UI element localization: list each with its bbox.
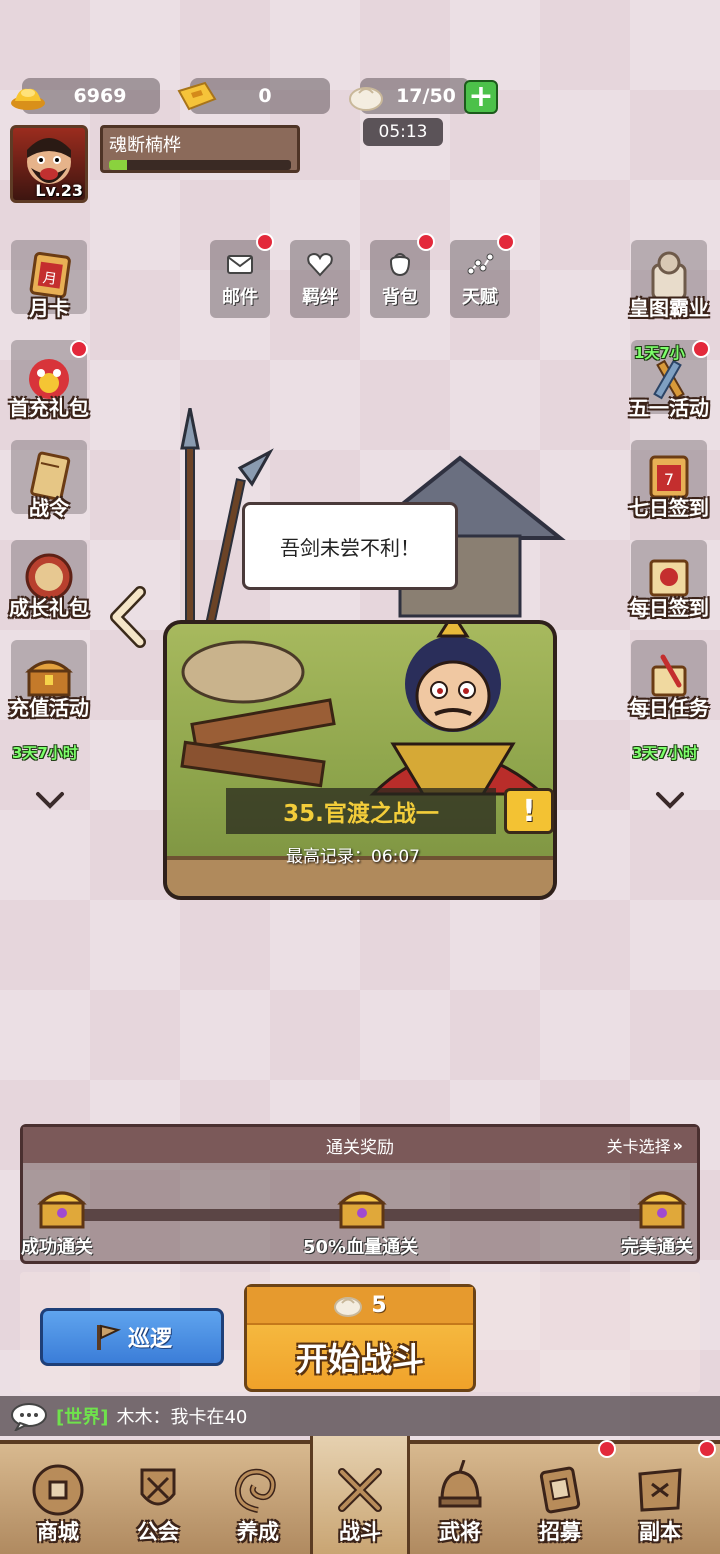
- nav-shop[interactable]: 商城: [8, 1444, 108, 1554]
- may-day-timer: 1天7小: [634, 344, 685, 362]
- first-recharge-notification-dot: [70, 340, 88, 358]
- recruit-scroll-icon: [539, 1466, 581, 1514]
- reward-tier-half-hp: 50%血量通关: [303, 1237, 419, 1258]
- map-scroll-icon: [638, 1468, 682, 1512]
- coin-icon: [32, 1464, 84, 1516]
- stamina-timer: 05:13: [363, 118, 443, 146]
- start-battle-label: 开始战斗: [295, 1340, 424, 1378]
- bun-icon: [334, 1297, 363, 1317]
- bag-button[interactable]: 背包: [370, 240, 430, 318]
- envelope-icon: [227, 255, 253, 274]
- seven-day-signin-button[interactable]: 7 七日签到: [614, 440, 720, 530]
- double-chevron-right-icon: »: [672, 1135, 683, 1155]
- patrol-button[interactable]: 巡逻: [40, 1308, 224, 1366]
- daily-signin-button[interactable]: 每日签到: [614, 540, 720, 630]
- heart-icon: [307, 252, 333, 277]
- bag-icon: [389, 253, 411, 277]
- nav-generals[interactable]: 武将: [410, 1444, 510, 1554]
- bond-button[interactable]: 羁绊: [290, 240, 350, 318]
- left-expand-chevron-icon[interactable]: [34, 790, 66, 818]
- nav-recruit[interactable]: 招募: [510, 1444, 610, 1554]
- player-name: 魂断楠桦: [109, 135, 181, 156]
- battle-pass-button[interactable]: 战令: [0, 440, 104, 530]
- player-xp-bar: [109, 160, 291, 170]
- gold-ticket-icon: [174, 80, 220, 112]
- flag-icon: [96, 1324, 122, 1350]
- nav-battle[interactable]: 战斗: [310, 1436, 410, 1554]
- stage-scene[interactable]: 吾剑未尝不利！ 35.官渡之战一 ! 最高记录：06:07: [140, 408, 580, 908]
- recharge-event-timer: 3天7小时: [12, 744, 78, 762]
- chat-message: 木木：我卡在40: [116, 1407, 248, 1428]
- clear-rewards-panel: 通关奖励 关卡选择 » 成功通关 50%血量通关 完美通关: [20, 1124, 700, 1264]
- growth-gift-button[interactable]: 成长礼包: [0, 540, 104, 630]
- first-recharge-button[interactable]: 首充礼包: [0, 340, 104, 430]
- daily-tasks-timer: 3天7小时: [632, 744, 698, 762]
- helmet-icon: [438, 1460, 482, 1508]
- bottom-navigation: 商城 公会 养成 战斗 武将 招募 副本: [0, 1436, 720, 1554]
- talent-tree-icon: [467, 253, 494, 275]
- daily-tasks-button[interactable]: 每日任务: [614, 640, 720, 730]
- reward-chest-icon[interactable]: [337, 1183, 387, 1231]
- add-stamina-button[interactable]: +: [464, 80, 498, 114]
- rewards-title: 通关奖励: [326, 1137, 394, 1158]
- reward-chest-icon[interactable]: [37, 1183, 87, 1231]
- swirl-icon: [234, 1468, 276, 1513]
- general-character-illustration: [369, 624, 547, 796]
- bag-notification-dot: [417, 233, 435, 251]
- chat-channel: [世界]: [56, 1407, 109, 1428]
- mail-notification-dot: [256, 233, 274, 251]
- stage-select-link[interactable]: 关卡选择 »: [607, 1133, 683, 1157]
- chat-bubble-icon: [11, 1403, 47, 1431]
- player-xp-fill: [109, 160, 128, 170]
- best-record: 最高记录：06:07: [286, 847, 420, 867]
- emperor-event-button[interactable]: 皇图霸业: [614, 240, 720, 330]
- dungeon-notification-dot: [698, 1440, 716, 1458]
- start-battle-button[interactable]: 5 开始战斗: [244, 1284, 476, 1392]
- player-level: Lv.23: [35, 181, 83, 200]
- mail-button[interactable]: 邮件: [210, 240, 270, 318]
- battle-cost: 5: [247, 1287, 473, 1325]
- nav-cultivate[interactable]: 养成: [208, 1444, 308, 1554]
- reward-chest-icon[interactable]: [637, 1183, 687, 1231]
- bun-icon: [346, 78, 386, 114]
- svg-text:月: 月: [42, 270, 58, 288]
- reward-tier-success: 成功通关: [21, 1237, 93, 1258]
- recharge-event-button[interactable]: 充值活动: [0, 640, 104, 730]
- speech-bubble: 吾剑未尝不利！: [242, 502, 458, 590]
- gold-ingot-icon: [8, 78, 48, 114]
- nav-guild[interactable]: 公会: [108, 1444, 208, 1554]
- talent-notification-dot: [497, 233, 515, 251]
- may-day-notification-dot: [692, 340, 710, 358]
- svg-text:7: 7: [664, 470, 674, 489]
- reward-tier-perfect: 完美通关: [621, 1237, 693, 1258]
- stage-info-button[interactable]: !: [504, 788, 554, 834]
- player-name-box: 魂断楠桦: [100, 125, 300, 173]
- crossed-swords-icon: [338, 1468, 382, 1512]
- right-expand-chevron-icon[interactable]: [654, 790, 686, 818]
- nav-dungeon[interactable]: 副本: [610, 1444, 710, 1554]
- shield-swords-icon: [140, 1468, 176, 1506]
- player-avatar[interactable]: Lv.23: [10, 125, 88, 203]
- world-chat-bar[interactable]: [世界] 木木：我卡在40: [0, 1396, 720, 1436]
- talent-button[interactable]: 天赋: [450, 240, 510, 318]
- monthly-card-button[interactable]: 月 月卡: [0, 240, 104, 330]
- stage-name: 35.官渡之战一: [226, 788, 496, 834]
